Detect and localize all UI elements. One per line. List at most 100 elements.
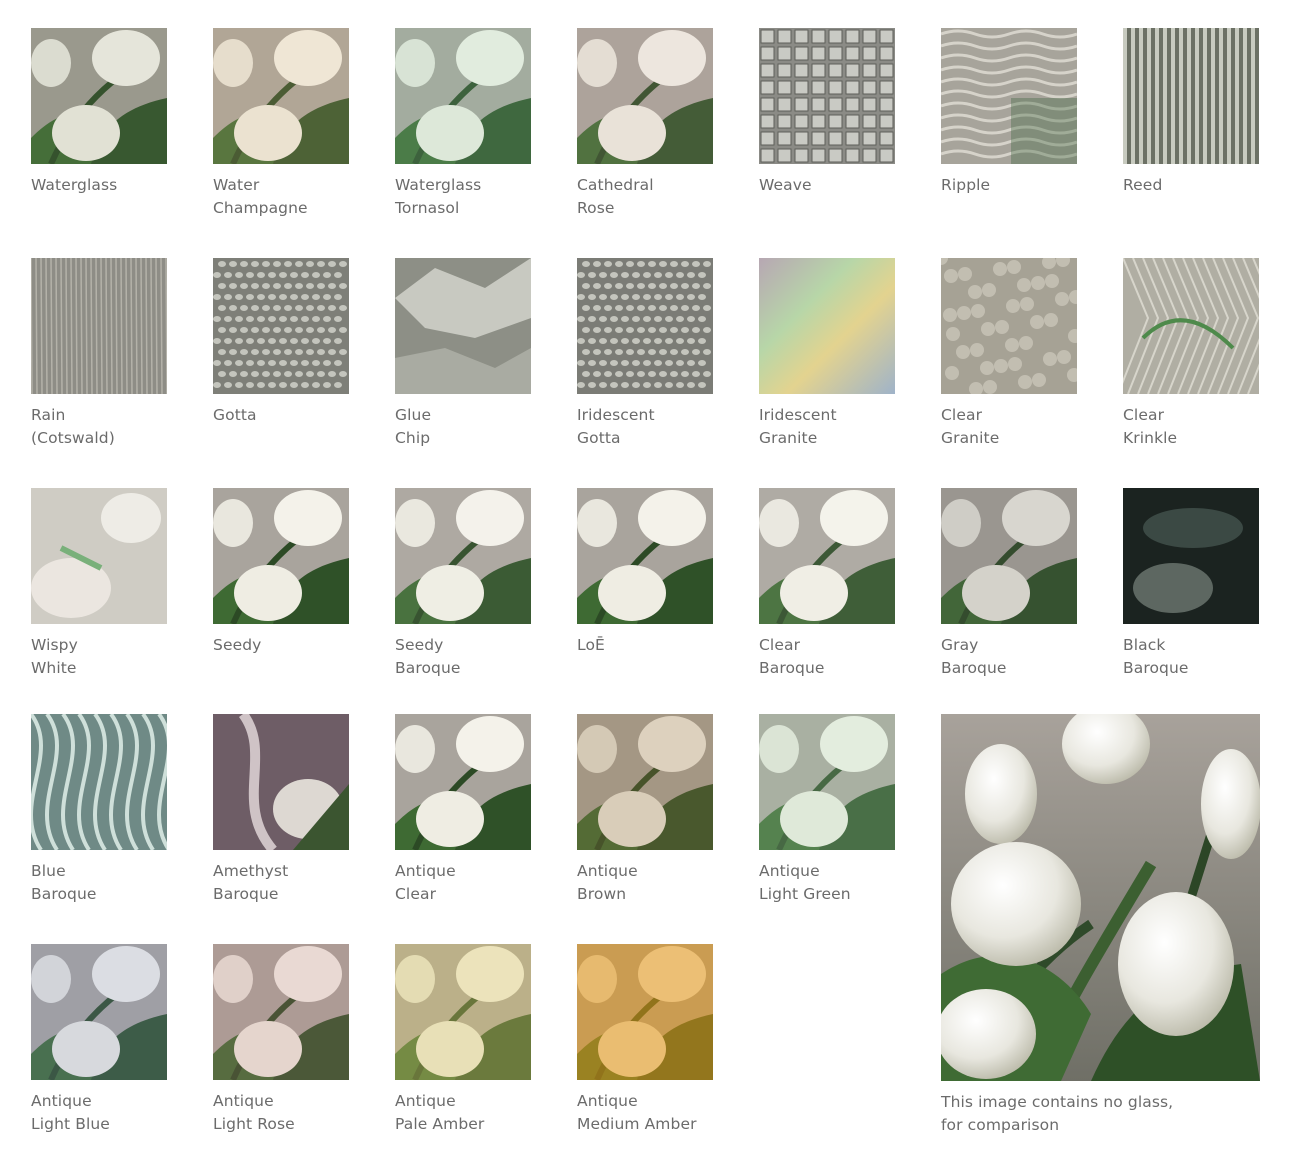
glass-swatch-antique-light-blue: Antique Light Blue	[31, 944, 167, 1136]
swatch-caption: Amethyst Baroque	[213, 860, 349, 906]
swatch-caption: Antique Light Green	[759, 860, 895, 906]
caption-line: Antique	[395, 862, 456, 880]
tulip-pattern	[395, 488, 531, 624]
ripple-pattern	[941, 28, 1077, 164]
caption-line: Light Rose	[213, 1115, 295, 1133]
swatch-caption: Antique Light Rose	[213, 1090, 349, 1136]
glass-swatch-antique-light-rose: Antique Light Rose	[213, 944, 349, 1136]
caption-line: Baroque	[759, 659, 825, 677]
swatch-caption: Gotta	[213, 404, 349, 427]
caption-line: Tornasol	[395, 199, 460, 217]
glass-swatch-weave: Weave	[759, 28, 895, 197]
swatch-caption: LoĒ	[577, 634, 713, 657]
caption-line: Black	[1123, 636, 1166, 654]
glass-swatch-reed: Reed	[1123, 28, 1259, 197]
swatch-caption: Clear Krinkle	[1123, 404, 1259, 450]
swatch-caption: Glue Chip	[395, 404, 531, 450]
glass-swatch-water-champagne: Water Champagne	[213, 28, 349, 220]
glass-swatch-antique-brown: Antique Brown	[577, 714, 713, 906]
caption-line: Iridescent	[759, 406, 837, 424]
swatch-caption: Waterglass Tornasol	[395, 174, 531, 220]
caption-line: Wispy	[31, 636, 78, 654]
glass-swatch-clear-baroque: Clear Baroque	[759, 488, 895, 680]
granite-pattern	[941, 258, 1077, 394]
caption-line: Antique	[395, 1092, 456, 1110]
glass-swatch-gray-baroque: Gray Baroque	[941, 488, 1077, 680]
caption-line: Antique	[577, 862, 638, 880]
caption-line: This image contains no glass,	[941, 1093, 1174, 1111]
swatch-caption: Iridescent Granite	[759, 404, 895, 450]
swatch-caption: Iridescent Gotta	[577, 404, 713, 450]
gotta-pattern	[213, 258, 349, 394]
caption-line: Baroque	[31, 885, 97, 903]
caption-line: Brown	[577, 885, 627, 903]
caption-line: Antique	[759, 862, 820, 880]
caption-line: Waterglass	[31, 176, 118, 194]
caption-line: Rose	[577, 199, 615, 217]
glass-swatch-blue-baroque: Blue Baroque	[31, 714, 167, 906]
caption-line: Clear	[1123, 406, 1165, 424]
tulip-pattern	[395, 714, 531, 850]
caption-line: Gotta	[213, 406, 257, 424]
comparison-caption: This image contains no glass, for compar…	[941, 1091, 1261, 1137]
glass-swatch-ripple: Ripple	[941, 28, 1077, 197]
glass-swatch-black-baroque: Black Baroque	[1123, 488, 1259, 680]
glass-swatch-iridescent-granite: Iridescent Granite	[759, 258, 895, 450]
glass-swatch-antique-light-green: Antique Light Green	[759, 714, 895, 906]
caption-line: Pale Amber	[395, 1115, 485, 1133]
glass-swatch-loe: LoĒ	[577, 488, 713, 657]
tulip-pattern	[577, 944, 713, 1080]
caption-line: Clear	[759, 636, 801, 654]
glass-swatch-wispy-white: Wispy White	[31, 488, 167, 680]
comparison-photo: This image contains no glass, for compar…	[941, 714, 1261, 1137]
caption-line: White	[31, 659, 77, 677]
tulip-photo	[941, 714, 1260, 1081]
swatch-caption: Seedy Baroque	[395, 634, 531, 680]
caption-line: Antique	[577, 1092, 638, 1110]
tulip-pattern	[759, 488, 895, 624]
wispy-pattern	[31, 488, 167, 624]
caption-line: Rain	[31, 406, 66, 424]
glass-swatch-antique-pale-amber: Antique Pale Amber	[395, 944, 531, 1136]
swatch-caption: Antique Clear	[395, 860, 531, 906]
caption-line: Ripple	[941, 176, 991, 194]
caption-line: Seedy	[213, 636, 262, 654]
gotta-pattern	[577, 258, 713, 394]
swatch-caption: Antique Medium Amber	[577, 1090, 713, 1136]
krinkle-pattern	[1123, 258, 1259, 394]
tulip-pattern	[213, 944, 349, 1080]
caption-line: Medium Amber	[577, 1115, 697, 1133]
caption-line: Chip	[395, 429, 431, 447]
black-pattern	[1123, 488, 1259, 624]
swatch-caption: Seedy	[213, 634, 349, 657]
weave-pattern	[759, 28, 895, 164]
caption-line: Granite	[759, 429, 818, 447]
swatch-caption: Clear Granite	[941, 404, 1077, 450]
caption-line: Baroque	[395, 659, 461, 677]
caption-line: Weave	[759, 176, 812, 194]
tulip-pattern	[213, 488, 349, 624]
glass-swatch-antique-medium-amber: Antique Medium Amber	[577, 944, 713, 1136]
caption-line: for comparison	[941, 1116, 1060, 1134]
caption-line: Gray	[941, 636, 979, 654]
caption-line: Iridescent	[577, 406, 655, 424]
caption-line: Antique	[213, 1092, 274, 1110]
tulip-pattern	[577, 28, 713, 164]
glass-swatch-seedy: Seedy	[213, 488, 349, 657]
swatch-caption: Gray Baroque	[941, 634, 1077, 680]
waterglass-pattern	[31, 28, 167, 164]
swatch-caption: Cathedral Rose	[577, 174, 713, 220]
glass-swatch-waterglass: Waterglass	[31, 28, 167, 197]
swatch-caption: Antique Brown	[577, 860, 713, 906]
caption-line: Baroque	[1123, 659, 1189, 677]
tulip-pattern	[941, 488, 1077, 624]
caption-line: Blue	[31, 862, 66, 880]
swatch-caption: Rain (Cotswald)	[31, 404, 167, 450]
caption-line: Granite	[941, 429, 1000, 447]
gluechip-pattern	[395, 258, 531, 394]
glass-swatch-seedy-baroque: Seedy Baroque	[395, 488, 531, 680]
swatch-caption: Weave	[759, 174, 895, 197]
glass-swatch-rain-cotswald: Rain (Cotswald)	[31, 258, 167, 450]
glass-swatch-clear-krinkle: Clear Krinkle	[1123, 258, 1259, 450]
swatch-caption: Waterglass	[31, 174, 167, 197]
